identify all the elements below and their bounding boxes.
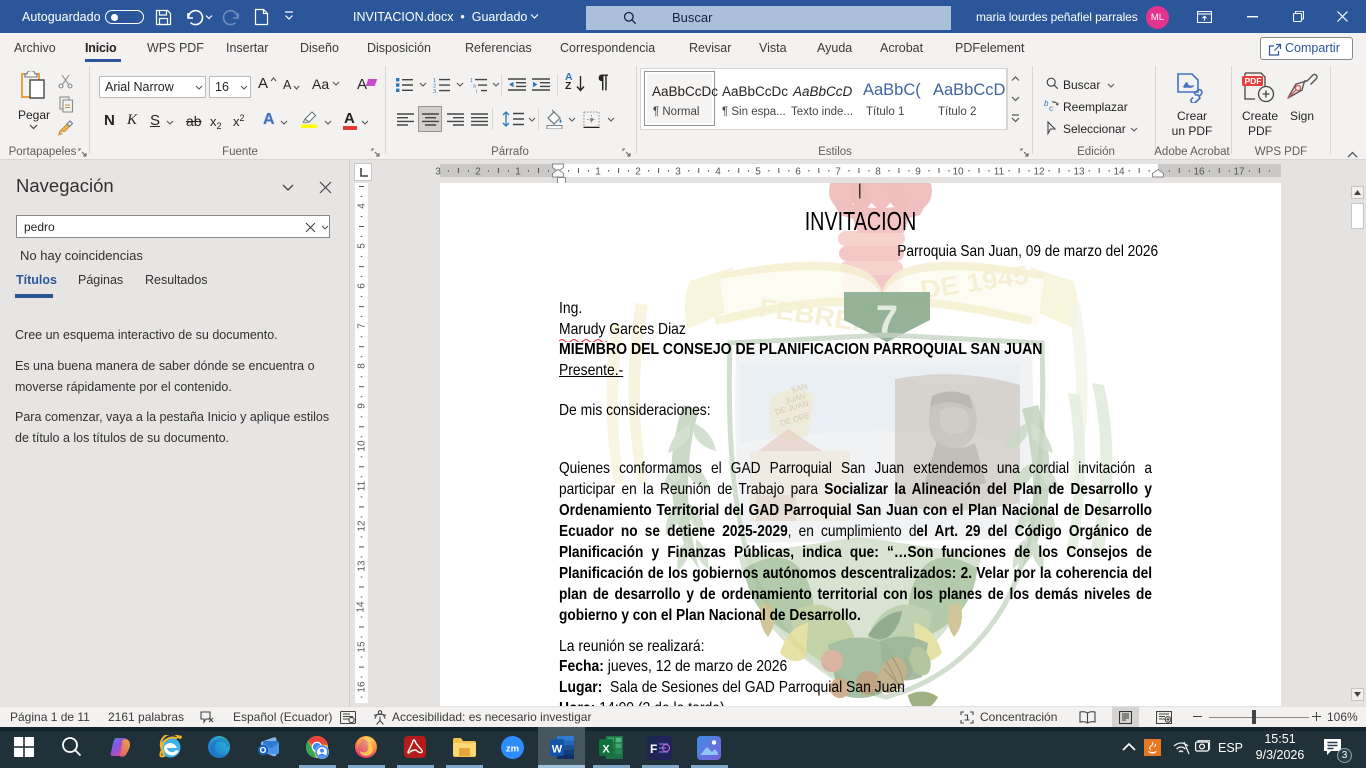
svg-text:1: 1 <box>595 167 601 178</box>
svg-text:3: 3 <box>433 89 436 93</box>
svg-text:5: 5 <box>357 243 368 249</box>
svg-text:2: 2 <box>475 167 481 178</box>
svg-text:9: 9 <box>915 167 921 178</box>
svg-text:13: 13 <box>357 560 368 572</box>
svg-text:11: 11 <box>357 480 368 491</box>
svg-text:15: 15 <box>357 641 368 653</box>
svg-text:16: 16 <box>1193 167 1205 178</box>
svg-text:7: 7 <box>357 323 368 329</box>
svg-text:X: X <box>602 744 610 756</box>
svg-text:6: 6 <box>357 283 368 289</box>
svg-text:10: 10 <box>952 167 964 178</box>
svg-text:zm: zm <box>506 744 519 755</box>
svg-text:PDF: PDF <box>1245 76 1262 86</box>
svg-text:c: c <box>1049 104 1053 113</box>
svg-text:3: 3 <box>675 167 681 178</box>
svg-text:W: W <box>552 744 563 756</box>
svg-text:17: 17 <box>1233 167 1245 178</box>
svg-text:4: 4 <box>715 167 721 178</box>
svg-text:8: 8 <box>357 363 368 369</box>
svg-text:14: 14 <box>1113 167 1125 178</box>
svg-text:9: 9 <box>357 403 368 409</box>
svg-text:1: 1 <box>515 167 521 178</box>
svg-text:12: 12 <box>1033 167 1045 178</box>
svg-text:6: 6 <box>795 167 801 178</box>
svg-text:8: 8 <box>875 167 881 178</box>
svg-text:5: 5 <box>755 167 761 178</box>
svg-text:10: 10 <box>357 440 368 452</box>
svg-text:3: 3 <box>435 167 441 178</box>
svg-text:13: 13 <box>1073 167 1085 178</box>
svg-text:12: 12 <box>357 520 368 532</box>
svg-text:16: 16 <box>357 681 368 693</box>
svg-text:7: 7 <box>835 167 841 178</box>
svg-text:14: 14 <box>356 601 367 613</box>
svg-text:F: F <box>650 742 657 756</box>
svg-text:11: 11 <box>994 167 1005 178</box>
svg-text:i: i <box>476 89 477 93</box>
svg-text:4: 4 <box>357 203 368 209</box>
svg-text:2: 2 <box>635 167 641 178</box>
